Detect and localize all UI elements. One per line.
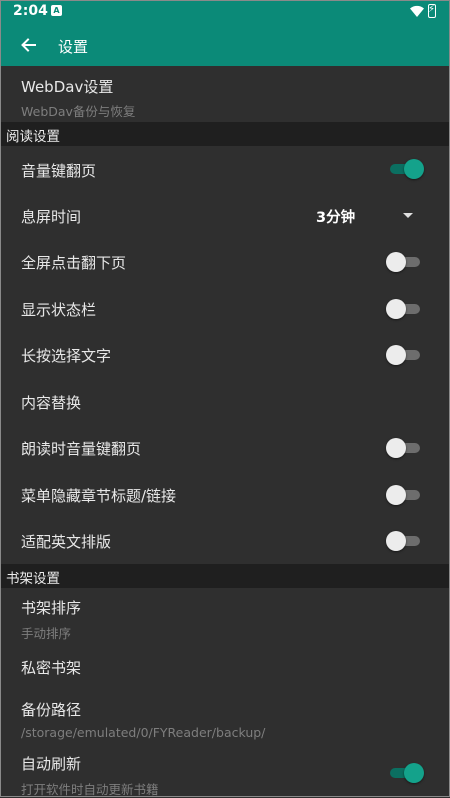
webdav-settings-item[interactable]: WebDav设置 WebDav备份与恢复 xyxy=(0,66,450,122)
menu-hide-chapter-switch[interactable] xyxy=(386,484,420,506)
show-status-bar-switch[interactable] xyxy=(386,298,420,320)
fullscreen-tap-switch[interactable] xyxy=(386,251,420,273)
long-press-select-item[interactable]: 长按选择文字 xyxy=(0,331,450,378)
menu-hide-chapter-item[interactable]: 菜单隐藏章节标题/链接 xyxy=(0,471,450,517)
auto-refresh-subtitle: 打开软件时自动更新书籍 xyxy=(21,782,159,797)
screen-timeout-item[interactable]: 息屏时间 3分钟 xyxy=(0,192,450,238)
private-shelf-item[interactable]: 私密书架 xyxy=(0,644,450,690)
bookshelf-sort-item[interactable]: 书架排序 手动排序 xyxy=(0,588,450,644)
private-shelf-title: 私密书架 xyxy=(21,659,82,677)
auto-refresh-switch[interactable] xyxy=(388,762,424,784)
bookshelf-sort-title: 书架排序 xyxy=(21,599,82,617)
content-replace-item[interactable]: 内容替换 xyxy=(0,378,450,424)
section-header-bookshelf: 书架设置 xyxy=(0,564,450,588)
screen-timeout-value: 3分钟 xyxy=(316,210,356,226)
tts-volume-key-label: 朗读时音量键翻页 xyxy=(21,440,142,458)
page-title: 设置 xyxy=(58,38,89,56)
tts-volume-key-item[interactable]: 朗读时音量键翻页 xyxy=(0,424,450,471)
webdav-title: WebDav设置 xyxy=(21,78,114,96)
bookshelf-sort-subtitle: 手动排序 xyxy=(21,626,72,641)
show-status-bar-label: 显示状态栏 xyxy=(21,301,97,319)
notification-icon: A xyxy=(51,5,62,16)
backup-path-subtitle: /storage/emulated/0/FYReader/backup/ xyxy=(21,725,266,740)
volume-key-page-label: 音量键翻页 xyxy=(21,162,97,180)
status-bar: 2:04 A ⚡ xyxy=(0,0,450,24)
volume-key-page-switch[interactable] xyxy=(388,158,424,180)
backup-path-item[interactable]: 备份路径 /storage/emulated/0/FYReader/backup… xyxy=(0,690,450,746)
long-press-select-label: 长按选择文字 xyxy=(21,347,112,365)
show-status-bar-item[interactable]: 显示状态栏 xyxy=(0,285,450,331)
fullscreen-tap-label: 全屏点击翻下页 xyxy=(21,254,127,272)
back-arrow-icon[interactable] xyxy=(16,32,42,58)
section-title: 阅读设置 xyxy=(6,129,60,145)
screen-timeout-dropdown[interactable]: 3分钟 xyxy=(316,206,416,226)
volume-key-page-item[interactable]: 音量键翻页 xyxy=(0,146,450,192)
long-press-select-switch[interactable] xyxy=(386,344,420,366)
battery-icon: ⚡ xyxy=(428,4,436,18)
auto-refresh-title: 自动刷新 xyxy=(21,755,82,773)
auto-refresh-item[interactable]: 自动刷新 打开软件时自动更新书籍 xyxy=(0,746,450,797)
screen-timeout-label: 息屏时间 xyxy=(21,208,82,226)
caret-down-icon xyxy=(403,213,413,218)
webdav-subtitle: WebDav备份与恢复 xyxy=(21,104,136,119)
section-title: 书架设置 xyxy=(6,571,60,587)
fullscreen-tap-item[interactable]: 全屏点击翻下页 xyxy=(0,238,450,285)
english-layout-switch[interactable] xyxy=(386,530,420,552)
content-replace-label: 内容替换 xyxy=(21,394,82,412)
english-layout-item[interactable]: 适配英文排版 xyxy=(0,517,450,564)
english-layout-label: 适配英文排版 xyxy=(21,533,112,551)
status-time: 2:04 xyxy=(13,3,48,19)
menu-hide-chapter-label: 菜单隐藏章节标题/链接 xyxy=(21,487,177,505)
tts-volume-key-switch[interactable] xyxy=(386,437,420,459)
section-header-reading: 阅读设置 xyxy=(0,122,450,146)
wifi-icon xyxy=(410,5,424,21)
backup-path-title: 备份路径 xyxy=(21,701,82,719)
app-toolbar: 设置 xyxy=(0,24,450,66)
